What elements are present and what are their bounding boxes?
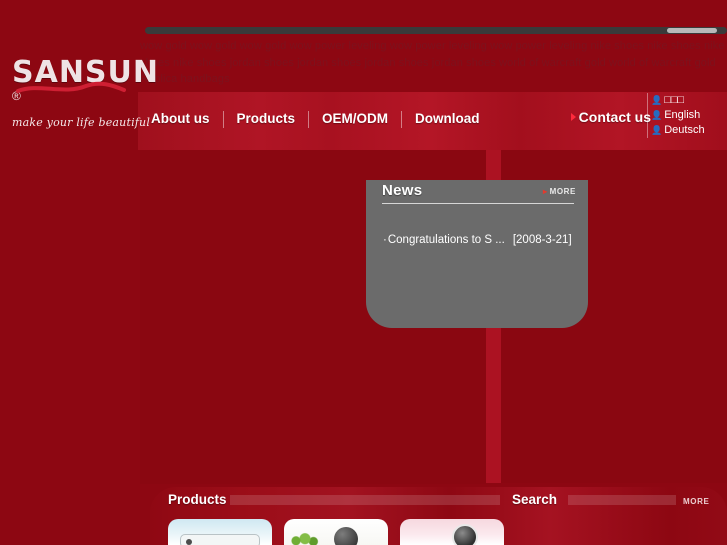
horizontal-scrollbar[interactable] xyxy=(145,27,727,34)
arrow-right-icon xyxy=(570,113,576,121)
news-list: · Congratulations to S ... [2008-3-21] xyxy=(366,232,588,248)
products-divider xyxy=(230,495,500,505)
product-image-sphere xyxy=(334,527,358,545)
news-item-date: [2008-3-21] xyxy=(512,234,572,246)
product-image-foliage xyxy=(290,531,320,545)
product-image-camera xyxy=(452,524,478,545)
page-root: wow gold wow gold wow gold wow power lev… xyxy=(0,0,727,545)
person-icon: 👤 xyxy=(651,110,663,120)
news-header: News ▸ MORE xyxy=(366,180,588,208)
product-image-keyboard xyxy=(180,534,260,545)
product-thumbnail[interactable] xyxy=(284,519,388,545)
person-icon: 👤 xyxy=(651,125,663,135)
bottom-panel: Products Search MORE xyxy=(150,487,727,545)
news-divider xyxy=(382,203,574,204)
news-item-title: Congratulations to S ... xyxy=(387,234,505,246)
nav-item-products[interactable]: Products xyxy=(224,109,309,129)
news-panel: News ▸ MORE · Congratulations to S ... [2… xyxy=(366,180,588,328)
bullet-icon: · xyxy=(383,234,387,246)
top-strip xyxy=(0,0,727,34)
bullet-icon: ▸ xyxy=(542,187,548,196)
contact-us-label: Contact us xyxy=(578,109,651,125)
language-label-chinese: □□□ xyxy=(664,94,685,106)
site-logo[interactable]: SANSUN® make your life beautiful xyxy=(12,58,158,130)
product-thumbnail[interactable] xyxy=(400,519,504,545)
product-thumbnail[interactable] xyxy=(168,519,272,545)
language-option-chinese[interactable]: 👤 □□□ xyxy=(651,93,717,108)
nav-item-oem-odm[interactable]: OEM/ODM xyxy=(309,109,401,129)
contact-us-link[interactable]: Contact us xyxy=(570,109,651,125)
language-option-english[interactable]: 👤 English xyxy=(651,108,717,123)
search-input-bar[interactable] xyxy=(568,495,676,505)
news-more-link[interactable]: ▸ MORE xyxy=(543,187,576,196)
products-section-label: Products xyxy=(168,492,227,507)
search-more-link[interactable]: MORE xyxy=(683,497,709,506)
logo-swoosh-icon xyxy=(16,81,126,95)
news-more-label: MORE xyxy=(549,187,576,196)
scrollbar-thumb[interactable] xyxy=(667,28,717,33)
bottom-header-bar: Products Search MORE xyxy=(150,487,727,513)
primary-navigation: About us Products OEM/ODM Download xyxy=(138,108,493,130)
search-section-label: Search xyxy=(512,492,558,507)
news-list-item[interactable]: · Congratulations to S ... [2008-3-21] xyxy=(366,232,588,248)
nav-item-about-us[interactable]: About us xyxy=(138,109,223,129)
left-rail xyxy=(0,150,140,545)
news-title: News xyxy=(382,182,423,199)
language-label-english: English xyxy=(664,109,701,121)
language-label-deutsch: Deutsch xyxy=(664,124,705,136)
keyword-spam-text: wow gold wow gold wow gold wow power lev… xyxy=(140,40,725,85)
language-option-deutsch[interactable]: 👤 Deutsch xyxy=(651,123,717,138)
person-icon: 👤 xyxy=(651,95,663,105)
language-switcher: 👤 □□□ 👤 English 👤 Deutsch xyxy=(647,93,717,138)
product-thumbnail-strip xyxy=(168,519,504,545)
product-image-detail xyxy=(186,539,192,545)
logo-tagline: make your life beautiful xyxy=(12,116,151,129)
nav-item-download[interactable]: Download xyxy=(402,109,493,129)
